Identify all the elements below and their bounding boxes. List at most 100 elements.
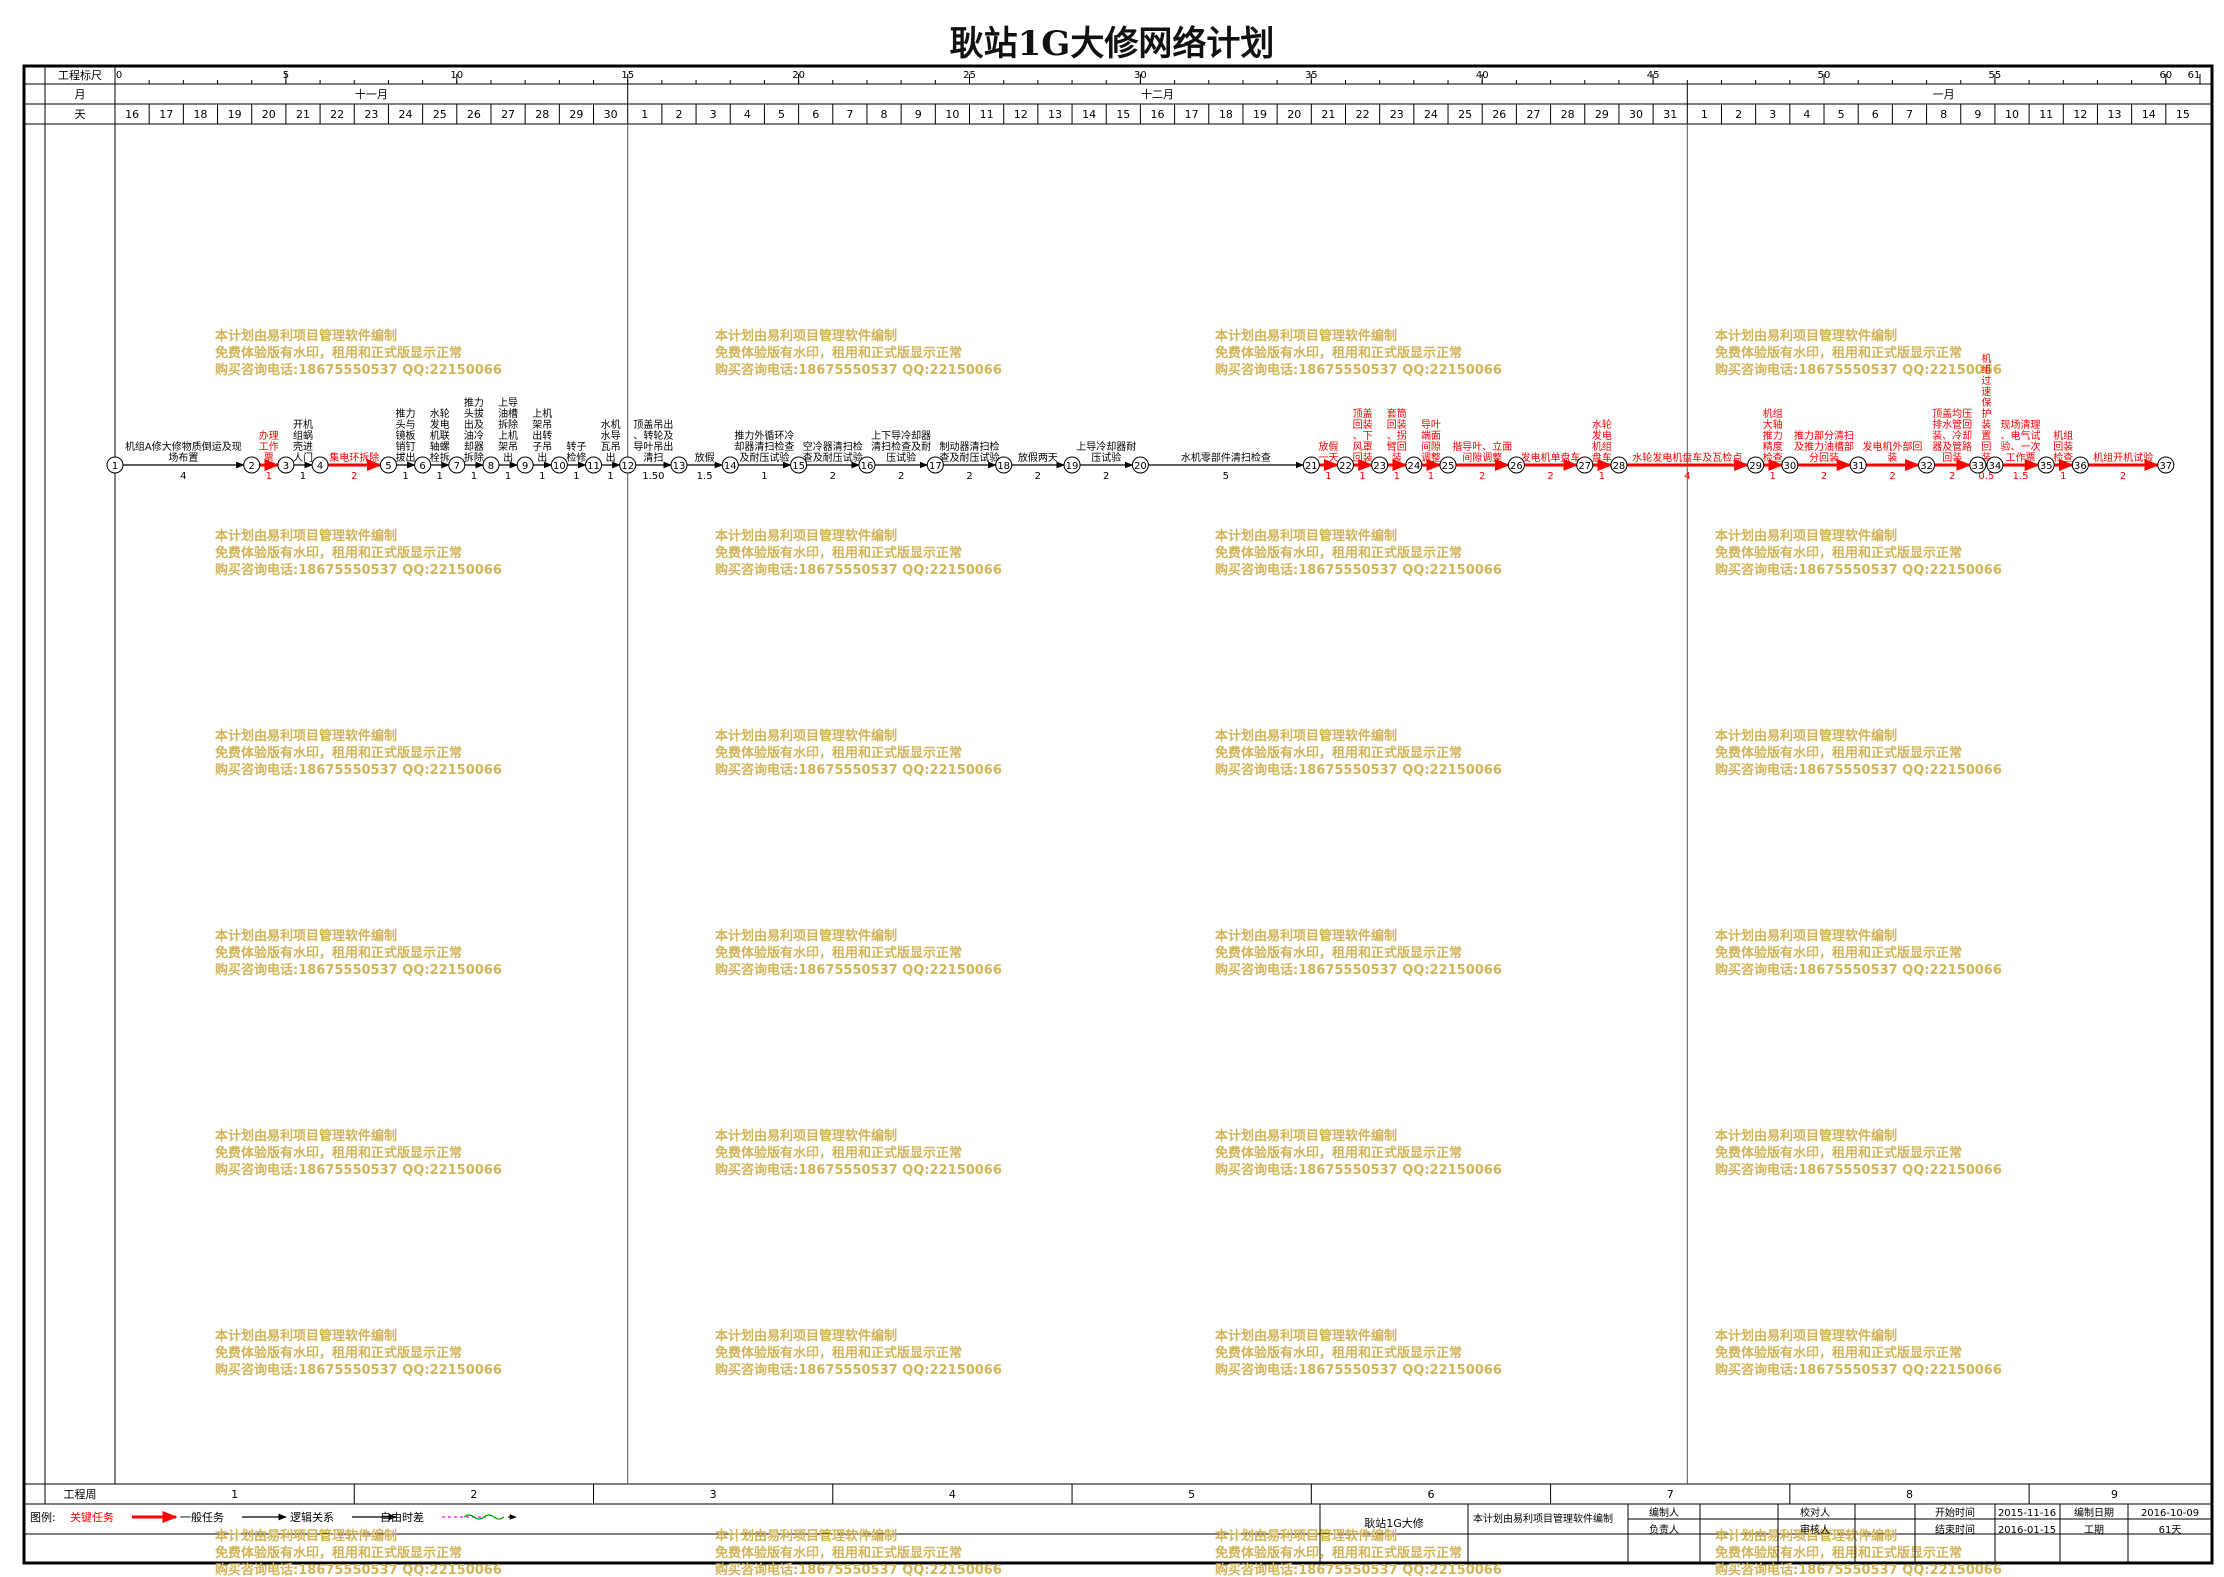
day-label-cell: 14 [2142, 108, 2156, 121]
legend-label: 图例: [30, 1510, 56, 1524]
event-node-number: 6 [419, 461, 425, 472]
watermark-line-2: 免费体验版有水印，租用和正式版显示正常 [1715, 745, 1962, 761]
watermark-line-2: 免费体验版有水印，租用和正式版显示正常 [1215, 945, 1462, 961]
watermark-line-2: 免费体验版有水印，租用和正式版显示正常 [215, 745, 462, 761]
event-node-number: 10 [553, 461, 566, 472]
task-duration: 1 [402, 471, 408, 482]
task-name: 套筒回装、拐臂回装 [1387, 407, 1407, 464]
event-node-number: 4 [317, 461, 323, 472]
total-duration: 61天 [2159, 1525, 2182, 1536]
task-name: 发电机外部回装 [1862, 440, 1922, 464]
day-label-cell: 15 [1116, 108, 1130, 121]
watermark-line-1: 本计划由易利项目管理软件编制 [715, 328, 897, 344]
task-name: 发电机单盘车 [1521, 451, 1581, 464]
task-duration: 2 [966, 471, 972, 482]
end-label: 结束时间 [1935, 1523, 1975, 1536]
day-label-cell: 12 [2073, 108, 2087, 121]
watermark-line-3: 购买咨询电话:18675550537 QQ:22150066 [215, 1362, 502, 1378]
watermark-line-1: 本计划由易利项目管理软件编制 [1715, 1128, 1897, 1144]
day-label-cell: 14 [1082, 108, 1096, 121]
task-name: 机组A修大修物质倒运及现场布置 [125, 440, 242, 464]
event-node-number: 26 [1510, 461, 1523, 472]
day-label-cell: 4 [1803, 108, 1810, 121]
event-node-number: 12 [621, 461, 634, 472]
watermark-line-1: 本计划由易利项目管理软件编制 [215, 328, 397, 344]
week-number: 4 [949, 1488, 956, 1501]
watermark-line-3: 购买咨询电话:18675550537 QQ:22150066 [1215, 762, 1502, 778]
day-label-cell: 5 [778, 108, 785, 121]
day-label-cell: 2 [675, 108, 682, 121]
watermark-line-1: 本计划由易利项目管理软件编制 [215, 1528, 397, 1544]
day-label-cell: 29 [1595, 108, 1609, 121]
watermark-line-2: 免费体验版有水印，租用和正式版显示正常 [715, 1345, 962, 1361]
task-duration: 1 [266, 471, 272, 482]
legend-item-label: 一般任务 [180, 1511, 224, 1524]
day-label-cell: 20 [262, 108, 276, 121]
week-number: 2 [470, 1488, 477, 1501]
task-duration: 1 [505, 471, 511, 482]
watermark-line-3: 购买咨询电话:18675550537 QQ:22150066 [1215, 562, 1502, 578]
week-number: 9 [2111, 1488, 2118, 1501]
watermark-line-3: 购买咨询电话:18675550537 QQ:22150066 [215, 762, 502, 778]
event-node-number: 18 [997, 461, 1010, 472]
day-label-cell: 1 [641, 108, 648, 121]
watermark-line-1: 本计划由易利项目管理软件编制 [715, 1528, 897, 1544]
software-note: 本计划由易利项目管理软件编制 [1473, 1512, 1613, 1525]
day-label-cell: 22 [330, 108, 344, 121]
event-node-number: 20 [1134, 461, 1147, 472]
watermark-line-1: 本计划由易利项目管理软件编制 [215, 928, 397, 944]
event-node-number: 33 [1971, 461, 1984, 472]
month-name: 十一月 [355, 87, 388, 101]
task-name: 顶盖吊出、转轮及导叶吊出清扫 [633, 418, 673, 464]
day-label-cell: 20 [1287, 108, 1301, 121]
watermark-line-3: 购买咨询电话:18675550537 QQ:22150066 [215, 562, 502, 578]
task-duration: 1 [1428, 471, 1434, 482]
watermark-line-2: 免费体验版有水印，租用和正式版显示正常 [1715, 545, 1962, 561]
task-duration: 2 [1103, 471, 1109, 482]
task-name: 办理工作票 [259, 429, 279, 464]
watermark-line-2: 免费体验版有水印，租用和正式版显示正常 [715, 345, 962, 361]
task-name: 推力头拔出及油冷却器拆除 [464, 396, 484, 464]
watermark-line-2: 免费体验版有水印，租用和正式版显示正常 [215, 1345, 462, 1361]
watermark-line-1: 本计划由易利项目管理软件编制 [715, 1128, 897, 1144]
week-number: 8 [1906, 1488, 1913, 1501]
task-name: 推力外循环冷却器清扫检查及耐压试验 [734, 429, 794, 464]
watermark-line-3: 购买咨询电话:18675550537 QQ:22150066 [1715, 362, 2002, 378]
network-diagram: 工程标尺月天0 5 10 15 20 25 30 35 40 45 50 55 60 61十一月 十二月 一月… [22, 64, 2214, 1577]
event-node-number: 11 [587, 461, 600, 472]
day-label-cell: 2 [1735, 108, 1742, 121]
task-name: 推力部分清扫及推力油槽部分回装 [1794, 429, 1854, 464]
task-name: 放假一天 [1318, 440, 1338, 464]
watermark-line-3: 购买咨询电话:18675550537 QQ:22150066 [1715, 762, 2002, 778]
ruler-tick-label: 55 [1989, 70, 2002, 81]
watermark-line-3: 购买咨询电话:18675550537 QQ:22150066 [1715, 1562, 2002, 1577]
day-label: 天 [75, 108, 86, 121]
event-node-number: 36 [2074, 461, 2087, 472]
task-name: 放假两天 [1018, 451, 1058, 464]
day-label-cell: 19 [1253, 108, 1267, 121]
task-name: 机组大轴推力精度检查 [1763, 407, 1783, 464]
week-number: 5 [1188, 1488, 1195, 1501]
task-duration: 1 [1325, 471, 1331, 482]
week-number: 6 [1427, 1488, 1434, 1501]
event-node-number: 25 [1442, 461, 1455, 472]
day-label-cell: 9 [915, 108, 922, 121]
task-duration: 1 [1599, 471, 1605, 482]
watermark-line-3: 购买咨询电话:18675550537 QQ:22150066 [1715, 962, 2002, 978]
watermark-line-2: 免费体验版有水印，租用和正式版显示正常 [715, 1145, 962, 1161]
event-node-number: 31 [1852, 461, 1865, 472]
ruler-tick-label: 50 [1818, 70, 1831, 81]
project-name: 耿站1G大修 [1364, 1516, 1424, 1530]
task-name: 空冷器清扫检查及耐压试验 [803, 440, 863, 464]
event-node-number: 2 [249, 461, 255, 472]
task-name: 上导冷却器耐压试验 [1076, 440, 1136, 464]
day-label-cell: 6 [1872, 108, 1879, 121]
watermark-line-1: 本计划由易利项目管理软件编制 [1215, 1128, 1397, 1144]
event-node-number: 24 [1407, 461, 1420, 472]
month-label: 月 [75, 88, 86, 101]
ruler-tick-label: 45 [1647, 70, 1660, 81]
week-label: 工程周 [64, 1488, 97, 1501]
end-date: 2016-01-15 [1998, 1525, 2056, 1536]
watermark-line-1: 本计划由易利项目管理软件编制 [1715, 928, 1897, 944]
task-duration: 2 [1479, 471, 1485, 482]
